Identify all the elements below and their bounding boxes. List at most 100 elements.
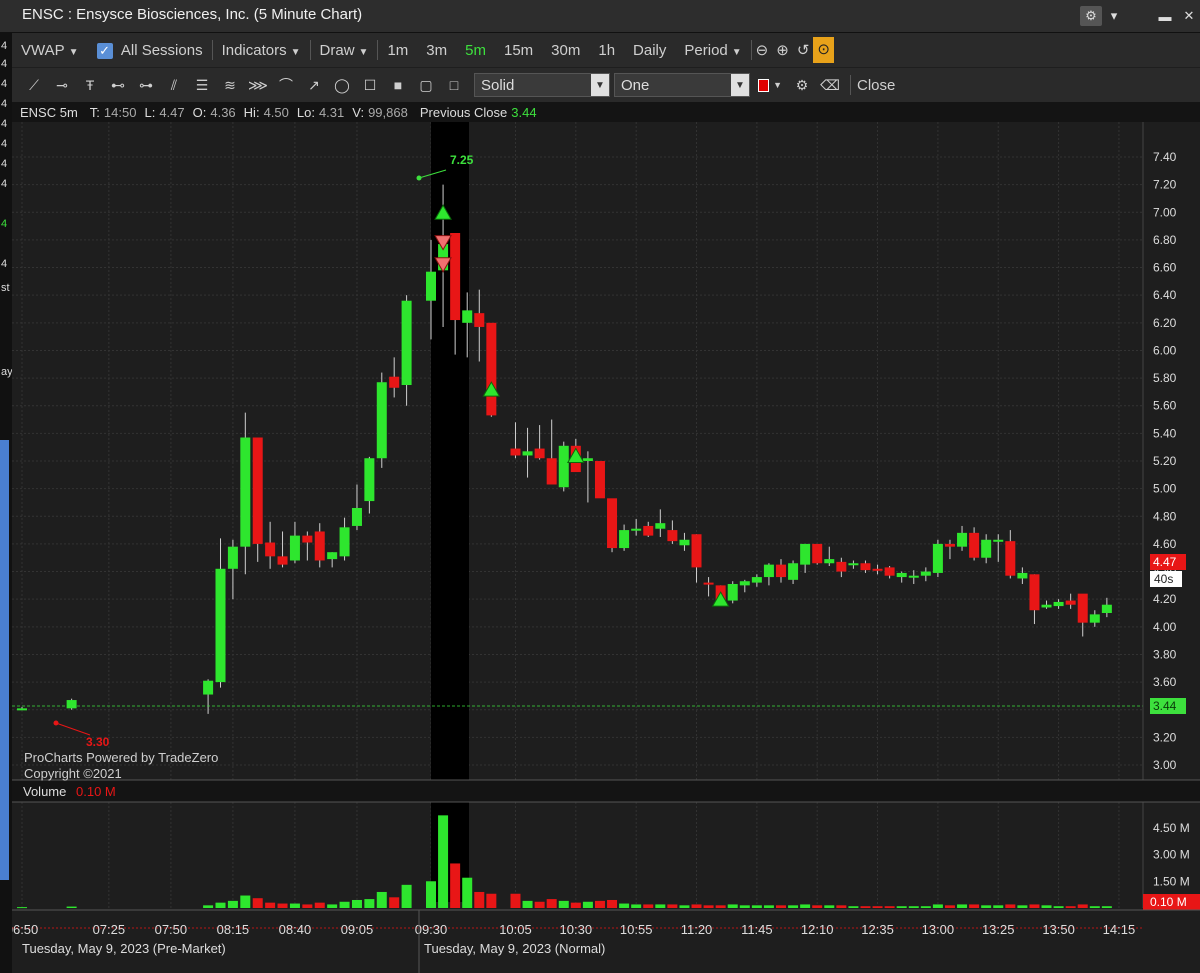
left-strip-text: 4 [1,138,8,150]
arrow-icon[interactable]: ↗ [302,73,326,97]
fibonacci-icon[interactable]: ☰ [190,73,214,97]
horizontal-ray-icon[interactable]: ⊶ [134,73,158,97]
volume-bar [727,904,738,908]
zoom-out-icon[interactable]: ⊖ [752,41,773,59]
gear-icon[interactable]: ⚙ [1080,6,1102,26]
eraser-icon[interactable]: ⌫ [818,73,842,97]
low-marker-dot [53,720,59,726]
minimize-icon[interactable]: ▬ [1156,6,1174,26]
price-tick-label: 6.40 [1153,288,1177,302]
outline-rectangle-icon[interactable]: □ [442,73,466,97]
line-style-select[interactable]: Solid ▼ [474,73,610,97]
candle-body [703,582,714,585]
time-tick-label: 06:50 [12,922,38,937]
rectangle-icon[interactable]: ☐ [358,73,382,97]
volume-bar [534,901,545,908]
volume-bar [302,904,313,908]
volume-bar [908,906,919,908]
time-tick-label: 07:50 [155,922,188,937]
volume-bar [1089,906,1100,908]
parallel-channel-icon[interactable]: ⫽ [162,73,186,97]
volume-bar [474,891,485,908]
volume-bar [558,900,569,908]
volume-bar [981,905,992,908]
watermark-line-1: ProCharts Powered by TradeZero [24,750,218,765]
period-5m[interactable]: 5m [456,42,495,59]
left-strip-text: ay [1,366,13,378]
open-value: 4.36 [210,104,236,120]
volume-bar [969,904,980,908]
period-15m[interactable]: 15m [495,42,542,59]
draw-menu[interactable]: Draw ▼ [311,42,378,59]
zoom-in-icon[interactable]: ⊕ [772,41,793,59]
chevron-down-icon: ▼ [591,74,609,96]
candle-body [66,700,77,709]
volume-label: Volume [23,784,66,799]
window-titlebar[interactable]: ENSC : Ensysce Biosciences, Inc. (5 Minu… [0,0,1200,33]
fib-fan-icon[interactable]: ≋ [218,73,242,97]
candle-body [981,539,992,558]
volume-bar [389,897,400,908]
settings-gear-icon[interactable]: ⚙ [790,73,814,97]
price-tick-label: 5.80 [1153,371,1177,385]
all-sessions-toggle[interactable]: ✓ All Sessions [88,42,212,59]
price-tick-label: 4.60 [1153,537,1177,551]
volume-bar [376,891,387,908]
candlestick-chart[interactable]: Volume 0.10 M 7.40 7.20 7.00 6.80 6.60 6.40 6.… [12,122,1200,973]
color-picker-icon[interactable]: ▼ [758,73,782,97]
candle-body [474,313,485,327]
pitchfork-icon[interactable]: ⋙ [246,73,270,97]
volume-bar [884,906,895,908]
period-1m[interactable]: 1m [378,42,417,59]
checkbox-icon[interactable]: ✓ [96,42,113,59]
volume-bar [776,905,786,908]
candle-body [1077,593,1088,623]
left-strip-text: 4 [1,118,8,130]
period-menu[interactable]: Period ▼ [675,42,750,59]
rounded-rectangle-icon[interactable]: ▢ [414,73,438,97]
volume-header-bg [12,780,1200,802]
volume-bar [594,900,605,908]
last-value: 4.47 [159,104,185,120]
volume-bar [462,877,473,908]
volume-bar [570,902,581,908]
period-daily[interactable]: Daily [624,42,675,59]
ray-line-icon[interactable]: ⊸ [50,73,74,97]
horizontal-line-icon[interactable]: ⊷ [106,73,130,97]
candle-body [993,539,1004,542]
left-strip-text: 4 [1,218,8,230]
candle-body [848,563,859,566]
volume-bar [691,904,702,908]
candle-body [227,546,238,569]
candle-body [1017,572,1028,579]
reset-zoom-icon[interactable]: ↺ [793,41,814,59]
period-label: Period [684,41,728,59]
countdown-text: 40s [1154,572,1173,586]
watermark-line-2: Copyright ©2021 [24,766,122,781]
volume-bar [667,904,678,908]
candle-body [969,532,980,558]
vwap-menu[interactable]: VWAP ▼ [12,42,88,59]
circle-tool-icon[interactable]: ◯ [330,73,354,97]
indicators-menu[interactable]: Indicators ▼ [213,42,310,59]
polyline-icon[interactable]: ⌒ [274,73,298,97]
extend-select[interactable]: One ▼ [614,73,750,97]
candle-body [265,542,276,557]
candle-body [763,564,774,578]
volume-bar [327,904,338,908]
period-3m[interactable]: 3m [417,42,456,59]
dropdown-icon[interactable]: ▾ [1104,6,1124,26]
prev-close-text: 3.44 [1153,699,1177,713]
zoom-select-icon[interactable]: ⊙ [813,37,834,63]
close-icon[interactable]: ✕ [1180,6,1198,26]
left-panel-strip: 0 4 4 4 4 4 4 4 4 4 4 st ay S 6 ir [0,0,13,973]
filled-rectangle-icon[interactable]: ■ [386,73,410,97]
trend-line-icon[interactable]: ⟋ [22,73,46,97]
period-1h[interactable]: 1h [589,42,624,59]
text-tool-icon[interactable]: Ŧ [78,73,102,97]
left-strip-text: 4 [1,58,8,70]
low-marker-label: 3.30 [86,735,110,749]
close-drawing-button[interactable]: Close [857,77,895,94]
period-30m[interactable]: 30m [542,42,589,59]
chart-background [12,122,1200,973]
